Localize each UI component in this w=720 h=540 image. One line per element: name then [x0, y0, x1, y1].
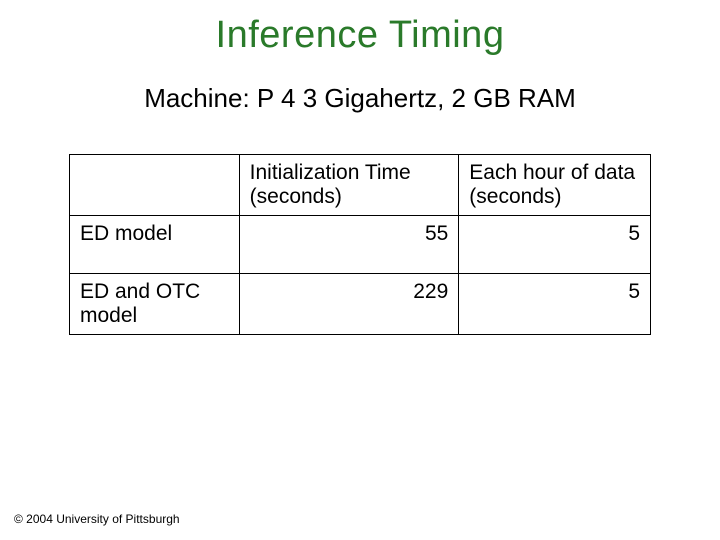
cell-each: 5	[459, 216, 651, 274]
copyright-footer: © 2004 University of Pittsburgh	[14, 512, 180, 526]
header-blank	[70, 155, 240, 216]
machine-spec: Machine: P 4 3 Gigahertz, 2 GB RAM	[0, 83, 720, 114]
slide: Inference Timing Machine: P 4 3 Gigahert…	[0, 0, 720, 540]
table-row: ED and OTC model 229 5	[70, 274, 651, 335]
page-title: Inference Timing	[0, 0, 720, 57]
timing-table-wrap: Initialization Time (seconds) Each hour …	[69, 154, 651, 335]
table-row: ED model 55 5	[70, 216, 651, 274]
header-each: Each hour of data (seconds)	[459, 155, 651, 216]
timing-table: Initialization Time (seconds) Each hour …	[69, 154, 651, 335]
header-init: Initialization Time (seconds)	[239, 155, 459, 216]
cell-init: 55	[239, 216, 459, 274]
cell-init: 229	[239, 274, 459, 335]
table-header-row: Initialization Time (seconds) Each hour …	[70, 155, 651, 216]
row-label: ED model	[70, 216, 240, 274]
cell-each: 5	[459, 274, 651, 335]
row-label: ED and OTC model	[70, 274, 240, 335]
